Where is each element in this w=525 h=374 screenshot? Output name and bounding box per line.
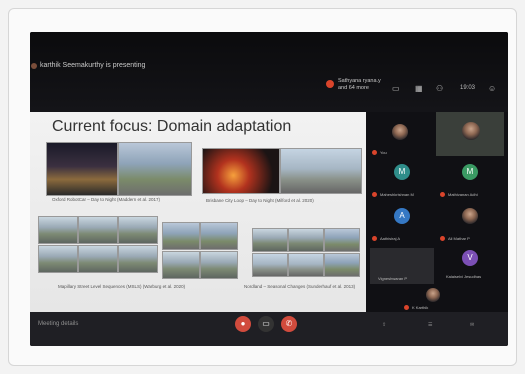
participant-name: K Karthik xyxy=(412,305,429,310)
window-icon[interactable]: ▭ xyxy=(392,84,400,93)
camera-button[interactable]: ▭ xyxy=(258,316,274,332)
top-bar: karthik Seemakurthy is presenting Sathya… xyxy=(30,32,508,112)
msls-image-1 xyxy=(38,216,78,244)
mic-muted-icon xyxy=(372,150,377,155)
grid-icon[interactable]: ▦ xyxy=(415,84,423,93)
msls-image-3 xyxy=(118,216,158,244)
participant-tile[interactable]: K Karthik xyxy=(396,286,476,312)
msls-image-4 xyxy=(38,245,78,273)
msls-image-10 xyxy=(200,251,238,279)
chat-icon[interactable]: ✉ xyxy=(470,322,474,328)
mic-button[interactable]: ● xyxy=(235,316,251,332)
participant-tile[interactable]: V Kalaiselvi Jesudhas xyxy=(438,248,504,284)
participant-photo xyxy=(426,288,440,302)
caption-brisbane: Brisbane City Loop – Day to Night (Milfo… xyxy=(206,198,314,203)
caption-msls: Mapillary Street Level Sequences (MSLS) … xyxy=(58,284,186,289)
mic-muted-icon xyxy=(372,236,377,241)
msls-image-8 xyxy=(200,222,238,250)
slide-title: Current focus: Domain adaptation xyxy=(52,118,292,135)
participant-name: Maheshkrishnan M xyxy=(380,192,414,197)
mic-muted-icon xyxy=(372,192,377,197)
hang-up-button[interactable]: ✆ xyxy=(281,316,297,332)
meeting-screen: karthik Seemakurthy is presenting Sathya… xyxy=(30,32,508,346)
clock-display: 19:03 xyxy=(460,85,476,91)
participant-name: Mathivanan Adhi xyxy=(448,192,478,197)
nordland-image-5 xyxy=(288,253,324,277)
activities-icon[interactable]: ☰ xyxy=(428,322,432,328)
presenter-avatar xyxy=(31,63,37,69)
caption-nordland: Nordland – Seasonal Changes (Sunderhauf … xyxy=(244,284,356,289)
participant-tile[interactable]: Vigneshwaran P xyxy=(370,248,434,284)
msls-image-9 xyxy=(162,251,200,279)
sharing-label: Sathyana ryana.y and 64 more xyxy=(338,78,381,91)
participant-tile[interactable]: Ali Mathar P xyxy=(438,204,504,244)
participant-name: Aathisiraj A xyxy=(380,236,401,241)
participant-avatar: V xyxy=(462,250,478,266)
participant-tile[interactable]: A Aathisiraj A xyxy=(370,204,434,244)
night-image-1 xyxy=(46,142,118,196)
nordland-image-3 xyxy=(324,228,360,252)
participant-photo xyxy=(462,122,480,140)
hang-up-icon: ✆ xyxy=(285,319,293,328)
participant-tile[interactable]: M Maheshkrishnan M xyxy=(370,160,434,200)
participant-photo xyxy=(462,208,478,224)
msls-image-6 xyxy=(118,245,158,273)
day-image-1 xyxy=(118,142,192,196)
participant-name: You xyxy=(380,150,387,155)
participant-name: Ali Mathar P xyxy=(448,236,470,241)
meeting-controls-bar: Meeting details ● ▭ ✆ ⇪ ☰ ✉ xyxy=(30,312,508,346)
msls-image-2 xyxy=(78,216,118,244)
present-icon[interactable]: ⇪ xyxy=(382,322,386,328)
participant-name: Kalaiselvi Jesudhas xyxy=(446,274,482,279)
participants-panel: You M Maheshkrishnan M M Mathivanan Adhi… xyxy=(366,112,508,312)
people-icon[interactable]: ⚇ xyxy=(436,84,443,93)
night-image-2 xyxy=(202,148,280,194)
participant-name: Vigneshwaran P xyxy=(378,276,408,281)
participant-tile[interactable]: M Mathivanan Adhi xyxy=(438,160,504,200)
mic-muted-icon xyxy=(440,192,445,197)
mic-icon: ● xyxy=(240,319,246,328)
msls-image-5 xyxy=(78,245,118,273)
sharing-avatar xyxy=(326,80,334,88)
participant-video-tile[interactable] xyxy=(436,112,504,156)
participant-avatar: M xyxy=(394,164,410,180)
caption-oxford: Oxford RobotCar – Day to Night (Maddern … xyxy=(52,197,161,202)
user-menu-icon[interactable]: ☺ xyxy=(488,84,496,93)
shared-slide: Current focus: Domain adaptation Oxford … xyxy=(30,112,366,312)
msls-image-7 xyxy=(162,222,200,250)
participant-tile[interactable]: You xyxy=(370,116,430,156)
mic-muted-icon xyxy=(404,305,409,310)
nordland-image-4 xyxy=(252,253,288,277)
nordland-image-1 xyxy=(252,228,288,252)
participant-avatar: A xyxy=(394,208,410,224)
day-image-2 xyxy=(280,148,362,194)
participant-photo xyxy=(392,124,408,140)
mic-muted-icon xyxy=(440,236,445,241)
meeting-details-label[interactable]: Meeting details xyxy=(38,321,78,327)
nordland-image-6 xyxy=(324,253,360,277)
camera-icon: ▭ xyxy=(262,319,270,328)
nordland-image-2 xyxy=(288,228,324,252)
presenter-label: karthik Seemakurthy is presenting xyxy=(40,62,146,69)
participant-avatar: M xyxy=(462,164,478,180)
